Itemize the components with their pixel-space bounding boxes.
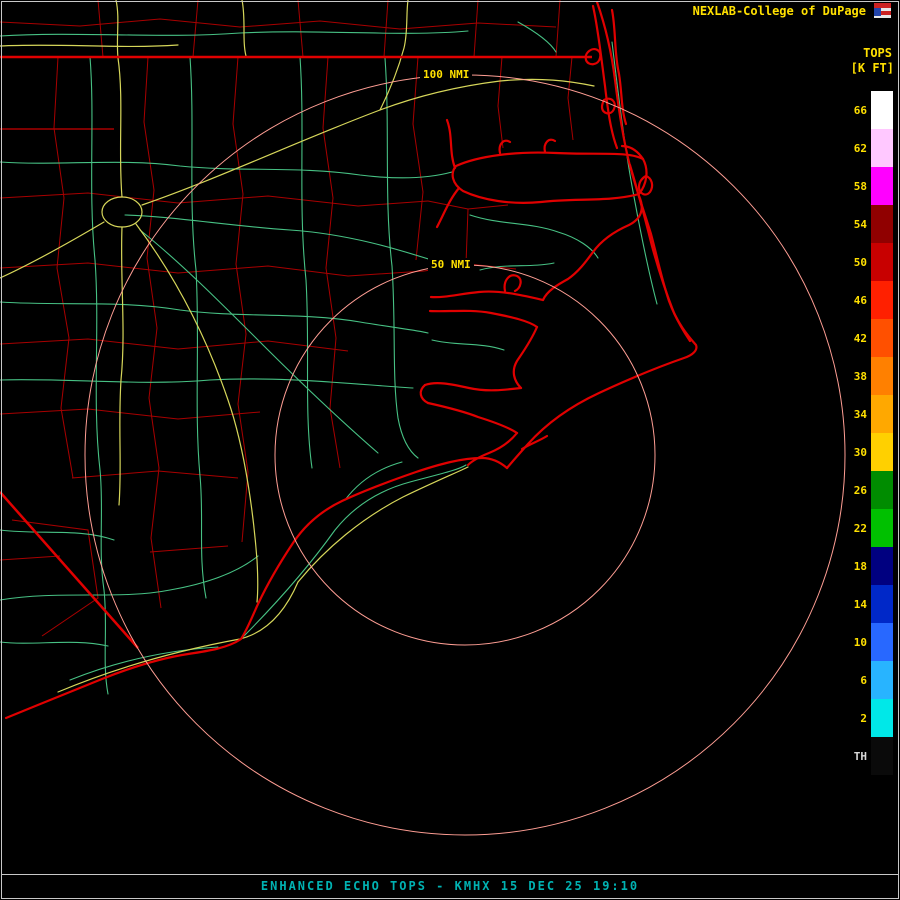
scale-title: TOPS	[863, 46, 892, 60]
ring-label-50nmi: 50 NMI	[428, 258, 474, 271]
colorbar-swatch	[871, 395, 893, 433]
colorbar-label: 34	[840, 408, 867, 421]
colorbar-entry: 42	[840, 319, 893, 357]
colorbar-label: 2	[840, 712, 867, 725]
colorbar-swatch	[871, 205, 893, 243]
colorbar-swatch	[871, 585, 893, 623]
green-roads	[0, 22, 657, 694]
colorbar-label: 22	[840, 522, 867, 535]
colorbar-swatch	[871, 547, 893, 585]
colorbar-label: 26	[840, 484, 867, 497]
colorbar-label: 14	[840, 598, 867, 611]
colorbar-swatch	[871, 471, 893, 509]
colorbar-entry: 22	[840, 509, 893, 547]
colorbar-entry: 50	[840, 243, 893, 281]
colorbar-swatch	[871, 509, 893, 547]
colorbar-entry: 10	[840, 623, 893, 661]
scale-units: [K FT]	[851, 61, 894, 75]
colorbar-label: 50	[840, 256, 867, 269]
colorbar-swatch	[871, 281, 893, 319]
colorbar-swatch	[871, 319, 893, 357]
colorbar-swatch	[871, 167, 893, 205]
colorbar-label: 62	[840, 142, 867, 155]
colorbar-swatch	[871, 129, 893, 167]
colorbar-entry: 2	[840, 699, 893, 737]
colorbar-entry: 18	[840, 547, 893, 585]
colorbar-swatch	[871, 661, 893, 699]
colorbar-entry: 26	[840, 471, 893, 509]
radar-display: NEXLAB-College of DuPage TOPS [K FT] 666…	[0, 0, 900, 900]
colorbar-swatch	[871, 623, 893, 661]
county-lines	[0, 0, 573, 636]
colorbar-swatch	[871, 243, 893, 281]
colorbar-label: 54	[840, 218, 867, 231]
colorbar-label: 18	[840, 560, 867, 573]
colorbar-entry: 34	[840, 395, 893, 433]
colorbar-swatch	[871, 699, 893, 737]
colorbar-entry: 46	[840, 281, 893, 319]
cod-logo-icon	[874, 3, 891, 18]
colorbar-swatch	[871, 357, 893, 395]
product-caption: ENHANCED ECHO TOPS - KMHX 15 DEC 25 19:1…	[0, 879, 900, 893]
colorbar-label: 42	[840, 332, 867, 345]
colorbar-label: 30	[840, 446, 867, 459]
brand-text: NEXLAB-College of DuPage	[693, 4, 866, 18]
colorbar-label: 38	[840, 370, 867, 383]
yellow-highways	[0, 0, 594, 692]
radar-map	[0, 0, 900, 900]
colorbar-entry: 58	[840, 167, 893, 205]
colorbar-entry: 62	[840, 129, 893, 167]
colorbar-label: TH	[840, 750, 867, 763]
colorbar-swatch	[871, 91, 893, 129]
colorbar-swatch	[871, 737, 893, 775]
colorbar-entry: TH	[840, 737, 893, 775]
colorbar-label: 10	[840, 636, 867, 649]
colorbar-entry: 66	[840, 91, 893, 129]
footer-divider	[1, 874, 899, 875]
colorbar-entry: 38	[840, 357, 893, 395]
colorbar-entry: 30	[840, 433, 893, 471]
ring-label-100nmi: 100 NMI	[420, 68, 472, 81]
colorbar: 66625854504642383430262218141062TH	[840, 91, 893, 775]
colorbar-label: 46	[840, 294, 867, 307]
colorbar-entry: 6	[840, 661, 893, 699]
coastline	[6, 2, 696, 718]
colorbar-entry: 14	[840, 585, 893, 623]
colorbar-label: 66	[840, 104, 867, 117]
colorbar-label: 58	[840, 180, 867, 193]
colorbar-entry: 54	[840, 205, 893, 243]
colorbar-swatch	[871, 433, 893, 471]
colorbar-label: 6	[840, 674, 867, 687]
